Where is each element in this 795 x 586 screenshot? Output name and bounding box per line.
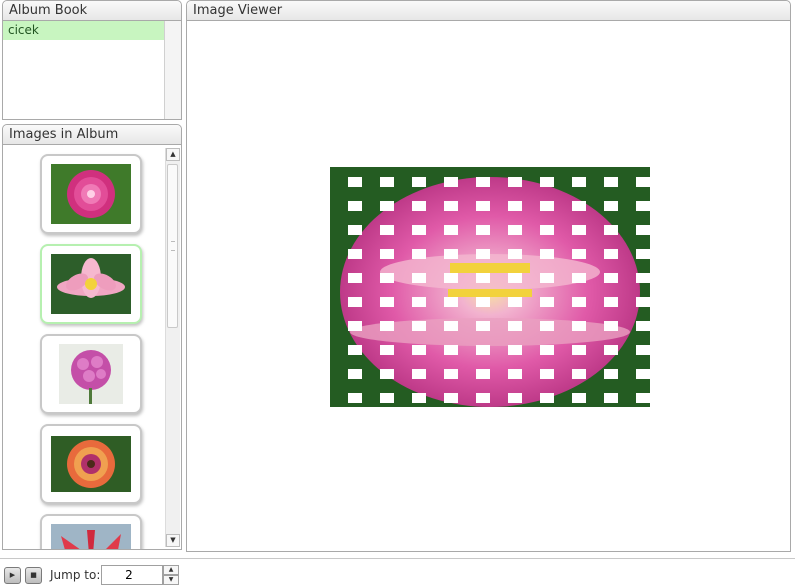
thumbnail-image-lotus xyxy=(51,254,131,314)
album-book-header: Album Book xyxy=(3,1,181,21)
album-list: cicek xyxy=(3,21,165,119)
album-item-cicek[interactable]: cicek xyxy=(3,21,165,40)
spin-up-icon[interactable]: ▲ xyxy=(163,565,179,575)
scroll-down-arrow-icon[interactable]: ▼ xyxy=(166,534,180,547)
thumbnail-4[interactable] xyxy=(40,424,142,504)
album-list-scrollbar[interactable] xyxy=(164,21,181,119)
checkerboard-transition-image xyxy=(330,167,650,407)
thumbnail-image-dahlia xyxy=(51,164,131,224)
thumbnail-3[interactable] xyxy=(40,334,142,414)
thumbnail-5[interactable] xyxy=(40,514,142,549)
stop-icon[interactable]: ■ xyxy=(25,567,42,584)
thumbnail-2[interactable] xyxy=(40,244,142,324)
images-in-album-header: Images in Album xyxy=(3,125,181,145)
spin-down-icon[interactable]: ▼ xyxy=(163,575,179,585)
thumbnail-list xyxy=(3,146,165,549)
image-viewer-panel: Image Viewer xyxy=(186,0,791,552)
images-in-album-panel: Images in Album ▲ ▼ xyxy=(2,124,182,550)
thumbnail-image-phlox xyxy=(59,344,123,404)
thumbnail-scrollbar[interactable]: ▲ ▼ xyxy=(165,148,180,547)
jump-to-input[interactable] xyxy=(101,565,163,585)
thumbnail-image-fuchsia xyxy=(51,524,131,549)
album-book-panel: Album Book cicek xyxy=(2,0,182,120)
play-icon[interactable]: ▶ xyxy=(4,567,21,584)
viewer-image[interactable] xyxy=(330,167,650,407)
scrollbar-thumb[interactable] xyxy=(167,164,178,328)
playback-footer: ▶ ■ Jump to: ▲ ▼ xyxy=(0,558,795,586)
image-viewer-header: Image Viewer xyxy=(187,1,790,21)
thumbnail-image-gazania xyxy=(51,436,131,492)
scroll-up-arrow-icon[interactable]: ▲ xyxy=(166,148,180,161)
thumbnail-1[interactable] xyxy=(40,154,142,234)
jump-to-label: Jump to: xyxy=(50,568,101,582)
